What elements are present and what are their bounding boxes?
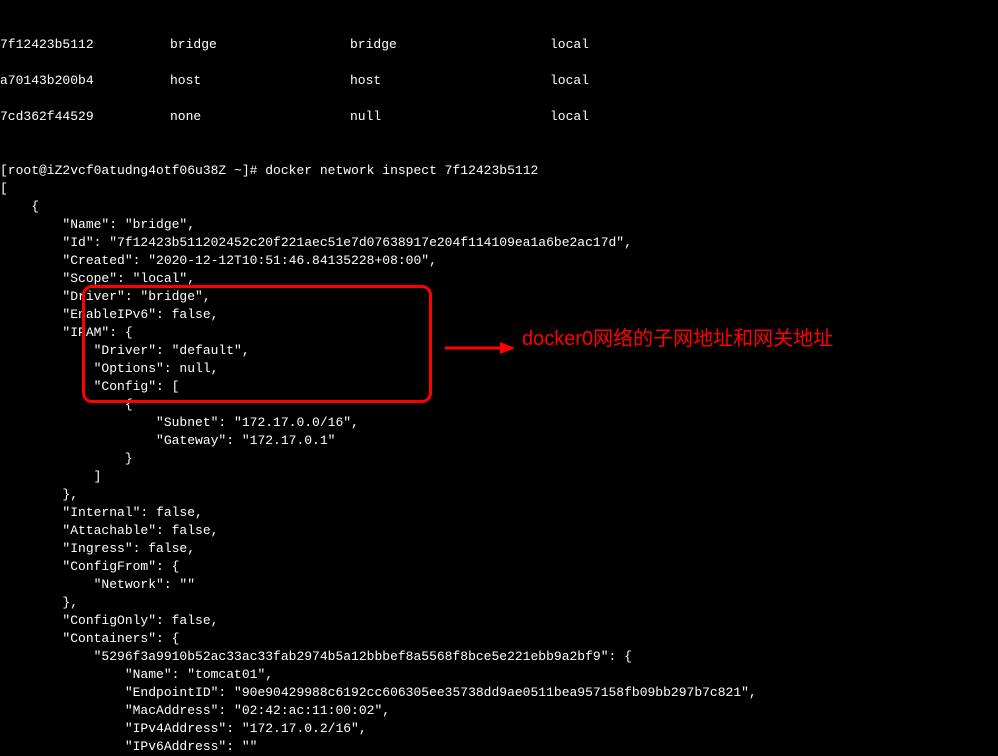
json-line: "Attachable": false, xyxy=(0,523,218,538)
json-line: "Driver": "default", xyxy=(0,343,250,358)
table-row: 7f12423b5112bridgebridgelocal xyxy=(0,36,998,54)
network-scope: local xyxy=(550,72,998,90)
json-line: { xyxy=(0,397,133,412)
json-line: "Scope": "local", xyxy=(0,271,195,286)
json-line: "Subnet": "172.17.0.0/16", xyxy=(0,415,359,430)
command-text: docker network inspect 7f12423b5112 xyxy=(265,163,538,178)
json-line: "5296f3a9910b52ac33ac33fab2974b5a12bbbef… xyxy=(0,649,632,664)
terminal-output[interactable]: 7f12423b5112bridgebridgelocal a70143b200… xyxy=(0,0,998,756)
json-line: "Name": "tomcat01", xyxy=(0,667,273,682)
network-scope: local xyxy=(550,36,998,54)
json-line: { xyxy=(0,199,39,214)
json-line: "Gateway": "172.17.0.1" xyxy=(0,433,335,448)
network-driver: null xyxy=(350,108,550,126)
json-line: "Containers": { xyxy=(0,631,179,646)
json-line: "Config": [ xyxy=(0,379,179,394)
json-line: "Id": "7f12423b511202452c20f221aec51e7d0… xyxy=(0,235,632,250)
json-line: "ConfigFrom": { xyxy=(0,559,179,574)
json-line: "MacAddress": "02:42:ac:11:00:02", xyxy=(0,703,390,718)
network-id: 7f12423b5112 xyxy=(0,36,170,54)
json-line: "IPv6Address": "" xyxy=(0,739,257,754)
json-line: "Ingress": false, xyxy=(0,541,195,556)
network-driver: bridge xyxy=(350,36,550,54)
network-id: a70143b200b4 xyxy=(0,72,170,90)
json-line: }, xyxy=(0,487,78,502)
network-driver: host xyxy=(350,72,550,90)
json-line: } xyxy=(0,451,133,466)
json-line: [ xyxy=(0,181,8,196)
json-line: "ConfigOnly": false, xyxy=(0,613,218,628)
json-line: "EndpointID": "90e90429988c6192cc606305e… xyxy=(0,685,757,700)
json-line: "IPAM": { xyxy=(0,325,133,340)
json-line: "EnableIPv6": false, xyxy=(0,307,218,322)
json-line: "Network": "" xyxy=(0,577,195,592)
network-name: bridge xyxy=(170,36,350,54)
json-line: "Created": "2020-12-12T10:51:46.84135228… xyxy=(0,253,437,268)
network-table: 7f12423b5112bridgebridgelocal a70143b200… xyxy=(0,18,998,144)
json-line: "Driver": "bridge", xyxy=(0,289,211,304)
json-line: }, xyxy=(0,595,78,610)
network-scope: local xyxy=(550,108,998,126)
json-line: ] xyxy=(0,469,101,484)
network-name: none xyxy=(170,108,350,126)
table-row: 7cd362f44529nonenulllocal xyxy=(0,108,998,126)
json-line: "Name": "bridge", xyxy=(0,217,195,232)
json-line: "Internal": false, xyxy=(0,505,203,520)
table-row: a70143b200b4hosthostlocal xyxy=(0,72,998,90)
json-line: "IPv4Address": "172.17.0.2/16", xyxy=(0,721,367,736)
shell-prompt: [root@iZ2vcf0atudng4otf06u38Z ~]# xyxy=(0,163,265,178)
network-name: host xyxy=(170,72,350,90)
json-line: "Options": null, xyxy=(0,361,218,376)
network-id: 7cd362f44529 xyxy=(0,108,170,126)
